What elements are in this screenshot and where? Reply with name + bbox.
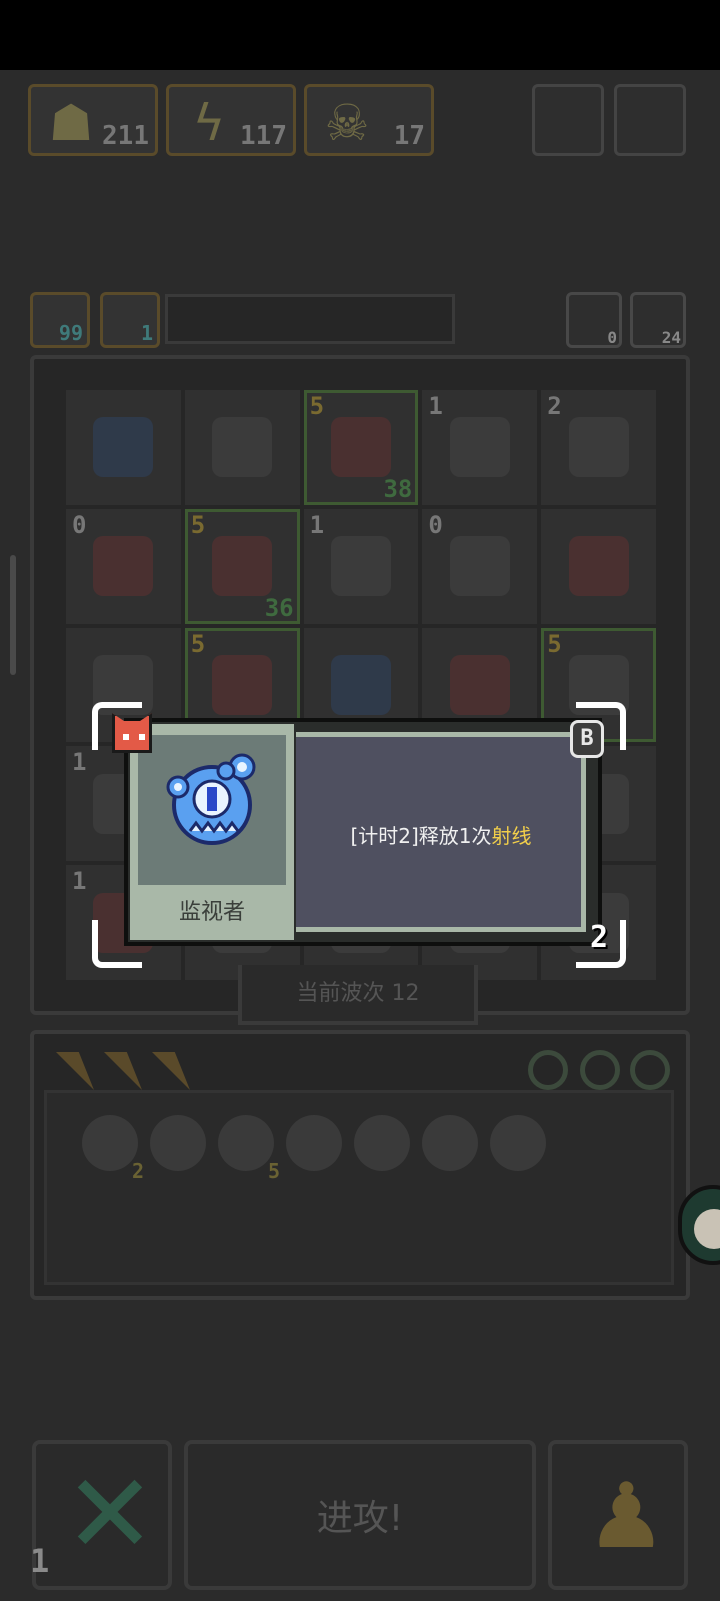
attack-label: 进攻! — [316, 1498, 404, 1539]
unit-description-text: [计时2]释放1次 — [350, 824, 492, 848]
unit-sprite — [449, 417, 510, 478]
orb-icon[interactable] — [354, 1115, 410, 1171]
cell-level: 0 — [428, 510, 443, 539]
unit-sprite — [93, 536, 154, 597]
map-button[interactable] — [532, 84, 604, 156]
cell-level: 5 — [190, 629, 206, 658]
unit-sprite — [93, 417, 154, 478]
close-icon: ✕ — [63, 1450, 157, 1578]
item-count: 2 — [131, 1159, 144, 1183]
shield-stat: 1 — [100, 292, 160, 348]
grid-cell[interactable] — [541, 508, 656, 624]
unit-sprite — [330, 417, 391, 478]
shield-charm-icon[interactable] — [490, 1115, 546, 1171]
grid-cell[interactable]: 5 38 — [303, 390, 419, 505]
energy-count: 24 — [661, 328, 681, 347]
hero-icon: ☗ — [48, 94, 94, 152]
inventory-items — [44, 1090, 674, 1285]
item-count: 5 — [267, 1159, 280, 1183]
cell-level: 2 — [547, 392, 562, 420]
monster-resource-value: 17 — [393, 121, 425, 151]
gear-icon[interactable] — [422, 1115, 478, 1171]
grid-cell[interactable] — [184, 390, 300, 505]
camera-icon[interactable] — [528, 1050, 568, 1090]
unit-description: [计时2]释放1次射线 — [296, 820, 586, 860]
grid-cell[interactable]: 0 — [422, 508, 538, 624]
watcher-icon — [166, 753, 256, 845]
unit-sprite — [330, 536, 391, 597]
wave-indicator: 当前波次 12 — [238, 965, 478, 1025]
grid-cell[interactable]: 1 — [422, 390, 538, 505]
cell-level: 1 — [428, 392, 443, 420]
shield-value: 1 — [140, 321, 153, 345]
power-value: 99 — [58, 321, 83, 345]
cell-count: 38 — [383, 474, 413, 503]
unit-portrait — [138, 735, 286, 885]
cancel-count: 1 — [30, 1542, 50, 1580]
heart-gem-icon[interactable]: 2 — [82, 1115, 144, 1183]
avatar-face — [694, 1209, 720, 1249]
target-icon[interactable] — [580, 1050, 620, 1090]
cell-level: 1 — [309, 510, 325, 539]
energy-resource[interactable]: ϟ 117 — [166, 84, 296, 156]
hero-resource-value: 211 — [102, 121, 149, 151]
attack-button[interactable]: 进攻! — [184, 1440, 536, 1590]
unit-level: 2 — [589, 920, 609, 955]
hero-resource[interactable]: ☗ 211 — [28, 84, 158, 156]
power-stat: 99 — [30, 292, 90, 348]
unit-sprite — [212, 536, 273, 597]
grid-cell[interactable]: 0 — [66, 508, 181, 624]
lightning-icon: ϟ — [192, 94, 226, 152]
cloud-icon[interactable]: 5 — [218, 1115, 280, 1183]
frame-corner-bottom-left — [92, 920, 142, 968]
unit-sprite — [212, 417, 273, 478]
cell-level: 1 — [72, 748, 87, 777]
refresh-button[interactable]: 0 — [566, 292, 622, 348]
grid-cell[interactable]: 5 36 — [184, 508, 300, 624]
unit-description-keyword: 射线 — [491, 824, 532, 848]
status-bar — [0, 0, 720, 70]
unit-sprite — [449, 654, 510, 715]
globe-icon[interactable] — [630, 1050, 670, 1090]
side-drawer-handle[interactable] — [10, 555, 16, 675]
grid-cell[interactable]: 1 — [303, 508, 419, 624]
settings-button[interactable] — [614, 84, 686, 156]
cat-eyes — [123, 734, 145, 740]
cell-count: 36 — [264, 593, 294, 622]
unit-sprite — [212, 654, 273, 715]
pawn-button[interactable]: ♟ — [548, 1440, 688, 1590]
cell-level: 5 — [547, 629, 562, 658]
cell-level: 5 — [309, 392, 325, 420]
unit-name: 监视者 — [178, 900, 245, 925]
grid-cell[interactable] — [66, 390, 181, 505]
unit-sprite — [568, 536, 629, 597]
progress-track — [165, 294, 455, 344]
monster-icon: ☠ — [324, 94, 370, 152]
unit-sprite — [449, 536, 510, 597]
rarity-badge: B — [570, 720, 604, 758]
cell-level: 5 — [190, 510, 206, 539]
refresh-count: 0 — [607, 328, 617, 347]
unit-sprite — [568, 417, 629, 478]
cancel-button[interactable]: ✕ 1 — [30, 1440, 172, 1590]
cell-level: 0 — [72, 510, 87, 539]
grid-cell[interactable]: 2 — [541, 390, 656, 505]
monster-resource[interactable]: ☠ 17 — [304, 84, 434, 156]
energy-button[interactable]: 24 — [630, 292, 686, 348]
unit-sprite — [330, 654, 391, 715]
cell-level: 1 — [72, 867, 87, 896]
pawn-icon: ♟ — [586, 1464, 667, 1569]
energy-resource-value: 117 — [240, 121, 287, 151]
bomb-icon[interactable] — [150, 1115, 206, 1171]
potion-icon[interactable] — [286, 1115, 342, 1171]
